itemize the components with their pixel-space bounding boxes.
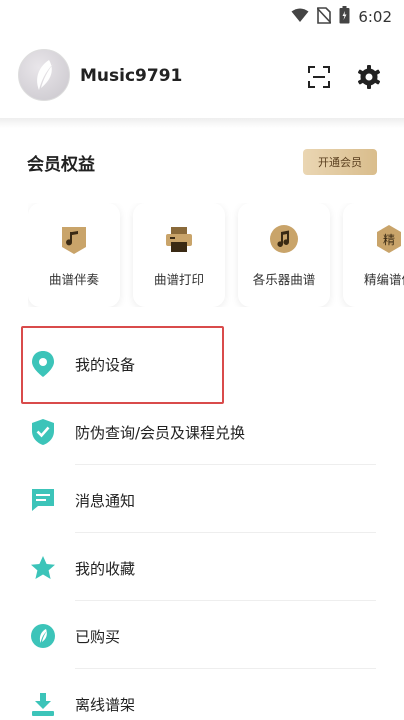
username[interactable]: Music9791 [80,66,182,86]
settings-button[interactable] [356,64,382,90]
benefit-card-label: 各乐器曲谱 [252,272,316,287]
avatar[interactable] [18,49,70,101]
jing-badge-text: 精 [383,233,395,247]
download-icon [28,689,58,719]
menu-item-purchased[interactable]: 已购买 [0,603,404,669]
message-icon [28,485,58,515]
menu-item-offline-shelf[interactable]: 离线谱架 [0,671,404,720]
menu-item-notifications[interactable]: 消息通知 [0,467,404,533]
menu-item-favorites[interactable]: 我的收藏 [0,535,404,601]
divider [75,600,376,601]
profile-header: Music9791 [0,40,404,118]
menu-item-label: 离线谱架 [75,696,136,714]
divider [75,668,376,669]
menu-item-anti-counterfeit[interactable]: 防伪查询/会员及课程兑换 [0,399,404,465]
scan-button[interactable] [306,64,332,90]
leaf-icon [28,621,58,651]
divider [75,464,376,465]
printer-icon [163,223,195,255]
benefit-card-print[interactable]: 曲谱打印 [133,203,225,307]
location-pin-icon [28,349,58,379]
music-note-circle-icon [268,223,300,255]
benefit-card-label: 曲谱打印 [153,272,204,287]
menu-item-label: 消息通知 [75,492,136,510]
gear-icon [357,65,381,89]
menu-item-label: 已购买 [75,628,121,646]
benefit-card-label: 曲谱伴奏 [48,272,99,287]
star-icon [28,553,58,583]
wifi-icon [291,8,309,27]
battery-icon [339,6,350,28]
benefit-card-accompaniment[interactable]: 曲谱伴奏 [28,203,120,307]
shield-check-icon [28,417,58,447]
no-sim-icon [316,6,332,28]
jing-badge-icon: 精 [373,223,404,255]
menu-item-label: 防伪查询/会员及课程兑换 [75,424,246,442]
status-time: 6:02 [358,8,392,26]
header-divider [0,118,404,128]
benefit-card-instruments[interactable]: 各乐器曲谱 [238,203,330,307]
member-benefits-title: 会员权益 [27,155,95,175]
open-vip-button[interactable]: 开通会员 [303,149,377,175]
benefit-card-label: 精编谱仿 [363,272,404,287]
scan-icon [308,66,330,88]
menu-item-label: 我的设备 [75,356,136,374]
status-bar: 6:02 [0,0,404,34]
menu-item-my-devices[interactable]: 我的设备 [0,331,404,397]
menu-item-label: 我的收藏 [75,560,136,578]
feather-logo-icon [37,60,53,90]
benefit-cards: 曲谱伴奏 曲谱打印 各乐器曲谱 精 精编谱仿 [28,203,404,307]
benefit-card-refined[interactable]: 精 精编谱仿 [343,203,404,307]
music-note-icon [58,223,90,255]
divider [75,532,376,533]
